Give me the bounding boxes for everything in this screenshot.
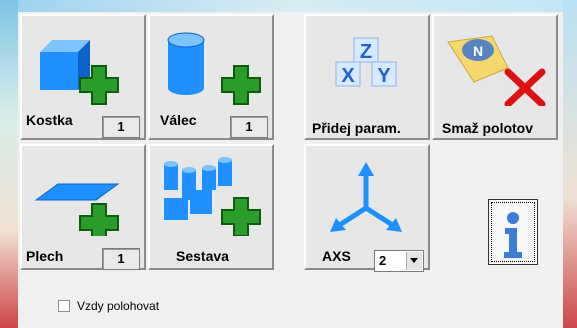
info-button[interactable] [488,199,538,265]
pridej-param-label: Přidej param. [312,120,401,136]
svg-text:Z: Z [360,41,372,63]
plech-button[interactable]: Plech 1 [20,144,146,270]
vzdy-polohovat-label: Vzdy polohovat [77,299,160,313]
toolbar-panel: Kostka 1 Válec 1 Z X Y Přidej param. N S… [18,12,563,328]
axes-icon [330,162,402,232]
delete-stock-icon: N [447,35,546,106]
svg-text:X: X [341,65,355,87]
cube-add-icon [40,40,119,105]
valec-label: Válec [160,112,197,128]
cylinder-add-icon [167,32,261,105]
window-frame-top [0,0,577,12]
axs-button[interactable]: AXS 2 [304,144,430,272]
sestava-label: Sestava [176,248,229,264]
info-icon [504,212,522,258]
window-frame-right [563,0,577,328]
kostka-label: Kostka [26,112,73,128]
smaz-polotov-label: Smaž polotov [442,120,534,136]
axs-dropdown-value: 2 [379,253,387,268]
assembly-add-icon [164,157,261,236]
sestava-button[interactable]: Sestava [148,144,274,270]
kostka-button[interactable]: Kostka 1 [20,14,146,140]
xyz-blocks-icon: Z X Y [335,37,397,87]
vzdy-polohovat-checkbox[interactable] [58,300,70,312]
kostka-count-field[interactable]: 1 [102,116,140,138]
sheet-add-icon [34,183,120,236]
plech-label: Plech [26,248,64,264]
pridej-param-button[interactable]: Z X Y Přidej param. [304,14,430,140]
plech-count-field[interactable]: 1 [102,248,140,270]
svg-text:Y: Y [377,65,391,87]
smaz-polotov-button[interactable]: N Smaž polotov [432,14,558,140]
chevron-down-icon[interactable] [406,252,422,270]
valec-button[interactable]: Válec 1 [148,14,274,140]
valec-count-field[interactable]: 1 [230,116,268,138]
svg-text:N: N [473,43,483,59]
axs-label: AXS [322,248,351,264]
axs-dropdown[interactable]: 2 [374,250,424,272]
window-frame-left [0,0,18,328]
